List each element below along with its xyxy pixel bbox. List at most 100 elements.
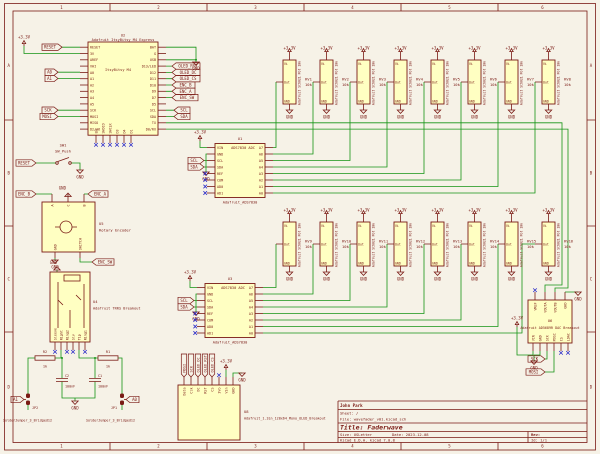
vertical-labels[interactable]: MOSISCKOLED_DCOLED_RSTOLED_CS	[181, 354, 214, 377]
slide-pots[interactable]: +3.3VGNDViOutGNDAdafruit SC6021 Pot 10kR…	[276, 46, 574, 282]
slide-pot[interactable]: +3.3VGNDViOutGNDAdafruit SC6021 Pot 10kR…	[313, 208, 352, 282]
pot-ref: RV6	[490, 77, 498, 82]
pot-part-name: Adafruit SC6021 Pot 10k	[409, 223, 413, 267]
pin-name: A5	[259, 159, 263, 163]
pin-name: SCK	[90, 109, 97, 113]
sheet-zone-label: D	[590, 385, 593, 390]
pin-name: GND	[284, 262, 290, 266]
sheet-zone-label: A	[590, 63, 593, 68]
slide-pot[interactable]: +3.3VGNDViOutGNDAdafruit SC6021 Pot 10kR…	[461, 208, 500, 282]
pot-ref: RV16	[564, 239, 574, 244]
pin-name: A7	[259, 146, 263, 150]
power-3v3-label: +3.3V	[320, 208, 333, 213]
gnd-label: GND	[471, 277, 479, 282]
pin-name: A	[50, 205, 54, 207]
capacitor-c2[interactable]: C2 100nF	[56, 374, 75, 389]
label-enc-sw: ENC_SW	[98, 260, 113, 265]
label-reset: RESET	[18, 161, 31, 166]
label-oled-signal[interactable]: SCK	[188, 354, 193, 377]
pin-name: GND	[358, 100, 364, 104]
no-connect-marks	[53, 143, 570, 377]
pin-name: SCL	[207, 299, 213, 303]
pin-name: Slv	[71, 334, 75, 340]
pot-part-name: Adafruit SC6021 Pot 10k	[335, 61, 339, 105]
slide-pot[interactable]: +3.3VGNDViOutGNDAdafruit SC6021 Pot 10kR…	[461, 46, 498, 120]
slide-pot[interactable]: +3.3VGNDViOutGNDAdafruit SC6021 Pot 10kR…	[276, 46, 313, 120]
power-3v3-label: +3.3V	[357, 208, 370, 213]
pin-name: VHI	[90, 65, 96, 69]
slide-pot[interactable]: +3.3VGNDViOutGNDAdafruit SC6021 Pot 10kR…	[350, 46, 387, 120]
label-enc-a: ENC_A	[179, 89, 192, 94]
schematic-sheet: 112233445566AABBCCDD John Park Sheet: / …	[0, 0, 600, 454]
pin-name: GND	[506, 262, 512, 266]
pin-name: 3Vo	[217, 388, 221, 394]
c1-value: 100nF	[98, 385, 108, 389]
power-3v3-label: +3.3V	[431, 46, 444, 51]
no-connect-x	[203, 185, 207, 189]
no-connect-x	[533, 288, 537, 292]
slide-pot[interactable]: +3.3VGNDViOutGNDAdafruit SC6021 Pot 10kR…	[424, 208, 462, 282]
resistor-r1[interactable]: R1 1k	[98, 350, 118, 369]
oled-breakout[interactable]: U8 Adafruit_1.3in_128x64_Mono_OLED_Break…	[178, 385, 326, 440]
pot-value: 10k	[490, 82, 498, 87]
pin-name: D5	[152, 102, 156, 106]
slide-pot[interactable]: +3.3VGNDViOutGNDAdafruit SC6021 Pot 10kR…	[387, 46, 424, 120]
pin-name: MOSI	[552, 333, 556, 341]
power-3v3-label: +3.3V	[320, 46, 333, 51]
pin-name: SDA	[217, 165, 223, 169]
label-a1: A1	[47, 76, 52, 81]
title-block-author: John Park	[340, 403, 363, 408]
jp2-value: SolderJumper_3_Bridged12	[3, 419, 52, 423]
trrs-breakout[interactable]: U4 Adafruit TRRS Breakout	[50, 272, 141, 342]
sheet-zone-label: 3	[254, 5, 257, 10]
r2-ref: R2	[43, 350, 47, 354]
no-connect-x	[71, 350, 75, 354]
pin-name: CS	[559, 337, 563, 341]
power-3v3-label: +3.3V	[220, 359, 233, 364]
dac-breakout[interactable]: U6 Adafruit AD5689R DAC Breakout	[520, 300, 579, 343]
no-connect-x	[53, 350, 57, 354]
label-mosi: MOSI	[42, 114, 52, 119]
pin-name: Out	[321, 242, 327, 246]
slide-pot[interactable]: +3.3VGNDViOutGNDAdafruit SC6021 Pot 10kR…	[350, 208, 389, 282]
pin-name: VOUTA	[543, 303, 547, 313]
capacitor-c1[interactable]: C1 100nF	[89, 374, 108, 389]
sheet-zone-label: B	[590, 171, 593, 176]
reset-switch[interactable]: SW1 SW_Push	[55, 143, 71, 165]
pin-name: D13/LED	[142, 65, 156, 69]
pin-name: GND	[358, 262, 364, 266]
r1-ref: R1	[106, 350, 110, 354]
pin-name: D12	[150, 71, 156, 75]
solder-jumper-jp2[interactable]: JP2 SolderJumper_3_Bridged12	[3, 394, 52, 423]
pin-name: AREF	[90, 58, 98, 62]
resistor-r2[interactable]: R2 1k	[35, 350, 55, 369]
slide-pot[interactable]: +3.3VGNDViOutGNDAdafruit SC6021 Pot 10kR…	[313, 46, 350, 120]
pin-name: Vi	[432, 62, 436, 66]
label-dac-sck: SCK	[531, 357, 539, 362]
pin-name: GND	[321, 100, 327, 104]
slide-pot[interactable]: +3.3VGNDViOutGNDAdafruit SC6021 Pot 10kR…	[498, 46, 535, 120]
slide-pot[interactable]: +3.3VGNDViOutGNDAdafruit SC6021 Pot 10kR…	[535, 46, 572, 120]
label-oled-signal[interactable]: MOSI	[181, 354, 186, 377]
pot-part-name: Adafruit SC6021 Pot 10k	[446, 61, 450, 105]
title-block-title: Title: Faderwave	[340, 424, 403, 432]
slide-pot[interactable]: +3.3VGNDViOutGNDAdafruit SC6021 Pot 10kR…	[424, 46, 461, 120]
label-oled-signal[interactable]: OLED_RST	[202, 354, 207, 377]
title-block-company: KiCad E.D.A. kicad 7.0.8	[340, 438, 396, 443]
c1-ref: C1	[98, 374, 102, 378]
label-text: OLED_DC	[196, 357, 200, 372]
sheet-zone-label: 1	[60, 444, 63, 449]
slide-pot[interactable]: +3.3VGNDViOutGNDAdafruit SC6021 Pot 10kR…	[498, 208, 536, 282]
sheet-zone-label: 1	[60, 5, 63, 10]
pot-ref: RV2	[342, 77, 349, 82]
pot-part-name: Adafruit SC6021 Pot 10k	[446, 223, 450, 267]
sheet-zone-label: D	[7, 385, 10, 390]
slide-pot[interactable]: +3.3VGNDViOutGNDAdafruit SC6021 Pot 10kR…	[387, 208, 425, 282]
slide-pot[interactable]: +3.3VGNDViOutGNDAdafruit SC6021 Pot 10kR…	[276, 208, 313, 282]
pin-name: Vi	[321, 62, 325, 66]
label-oled-signal[interactable]: OLED_DC	[195, 354, 200, 377]
pot-value: 10k	[564, 82, 572, 87]
gnd-label: GND	[59, 186, 67, 191]
label-oled-signal[interactable]: OLED_CS	[209, 354, 214, 377]
pin-name: A1	[90, 77, 94, 81]
